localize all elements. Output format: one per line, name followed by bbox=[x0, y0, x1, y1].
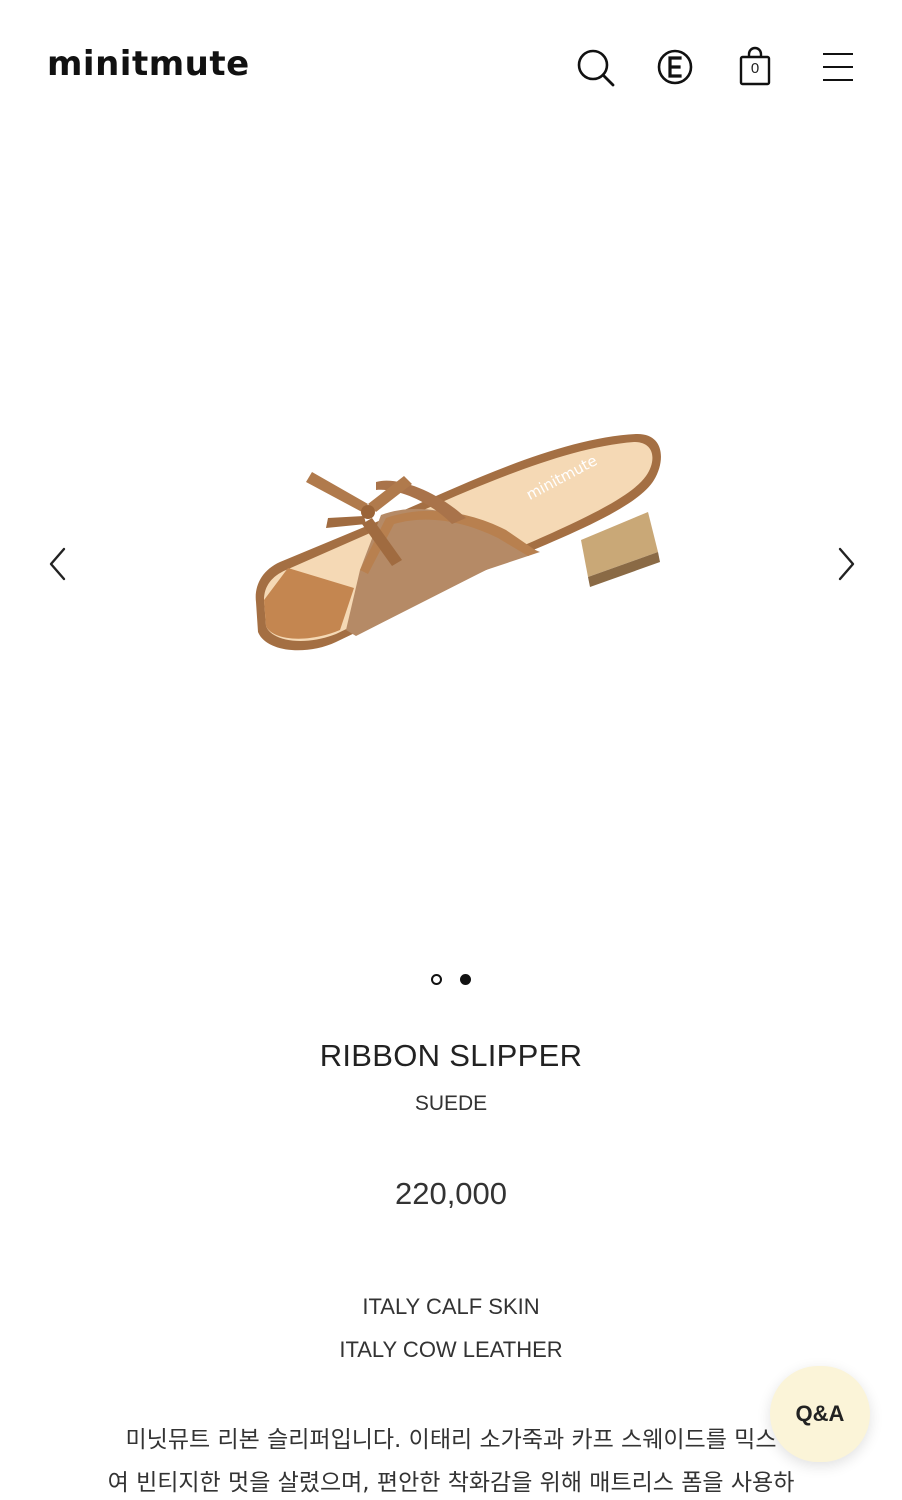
e-badge-icon bbox=[657, 49, 693, 85]
description-line: 미닛뮤트 리본 슬리퍼입니다. 이태리 소가죽과 카프 스웨이드를 믹스 bbox=[125, 1427, 777, 1453]
hamburger-menu-icon bbox=[823, 53, 853, 81]
e-badge-button[interactable] bbox=[654, 46, 696, 88]
menu-button[interactable] bbox=[817, 46, 859, 88]
material-line: ITALY COW LEATHER bbox=[339, 1337, 563, 1362]
chevron-right-icon bbox=[838, 547, 855, 581]
next-slide-button[interactable] bbox=[828, 543, 862, 585]
product-image: minitmute bbox=[255, 433, 661, 651]
material-line: ITALY CALF SKIN bbox=[362, 1294, 540, 1319]
cart-count: 0 bbox=[750, 60, 760, 77]
slide-dot-2[interactable] bbox=[460, 974, 472, 985]
previous-slide-button[interactable] bbox=[42, 543, 76, 585]
cart-button[interactable]: 0 bbox=[734, 46, 776, 88]
qa-button[interactable]: Q&A bbox=[770, 1366, 870, 1462]
brand-logo[interactable]: minitmute bbox=[47, 44, 250, 84]
slide-dot-1[interactable] bbox=[430, 974, 442, 985]
site-header: minitmute 0 bbox=[0, 0, 902, 136]
chevron-left-icon bbox=[49, 547, 66, 581]
search-icon bbox=[577, 49, 615, 87]
search-button[interactable] bbox=[574, 46, 616, 88]
product-gallery[interactable]: minitmute bbox=[0, 140, 902, 960]
description-line: 여 빈티지한 멋을 살렸으며, 편안한 착화감을 위해 매트리스 폼을 사용하 bbox=[107, 1470, 795, 1496]
product-variant: SUEDE bbox=[414, 1092, 488, 1115]
product-price: 220,000 bbox=[394, 1176, 508, 1211]
slide-indicator bbox=[0, 972, 902, 988]
product-title: RIBBON SLIPPER bbox=[319, 1038, 583, 1073]
